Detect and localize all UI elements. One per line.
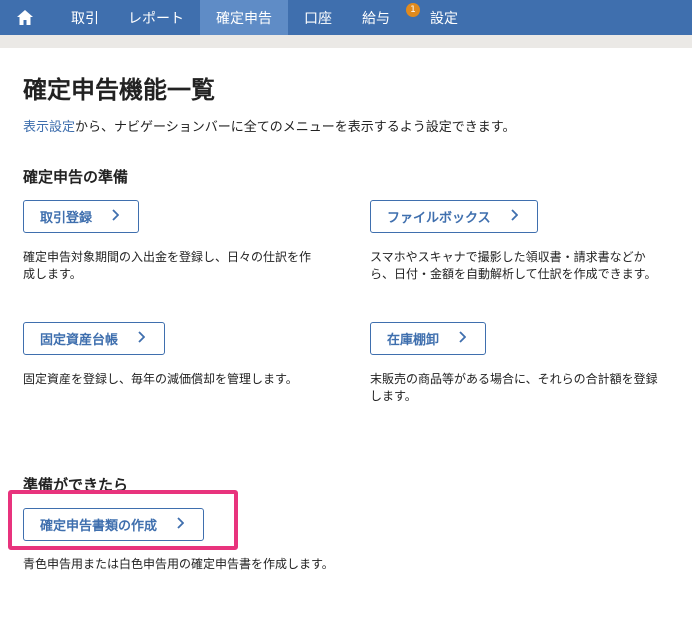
- button-label: 在庫棚卸: [387, 333, 440, 348]
- nav-tab-transactions[interactable]: 取引: [50, 0, 112, 35]
- inventory-count-description: 末販売の商品等がある場合に、それらの合計額を登録 します。: [370, 371, 685, 405]
- description-line: 末販売の商品等がある場合に、それらの合計額を登録: [370, 372, 658, 386]
- description-line: ら、日付・金額を自動解析して仕訳を作成できます。: [370, 267, 657, 281]
- chevron-right-icon: [173, 516, 187, 533]
- chevron-right-icon: [455, 330, 469, 347]
- transactions-entry-description: 確定申告対象期間の入出金を登録し、日々の仕訳を作 成します。: [23, 249, 353, 283]
- button-label: 取引登録: [40, 211, 93, 226]
- inventory-count-button[interactable]: 在庫棚卸: [370, 322, 487, 355]
- button-label: 固定資産台帳: [40, 333, 119, 348]
- home-button[interactable]: [0, 0, 50, 35]
- create-tax-return-description: 青色申告用または白色申告用の確定申告書を作成します。: [23, 557, 334, 571]
- button-label: 確定申告書類の作成: [40, 519, 158, 534]
- home-icon: [17, 10, 33, 25]
- page-title: 確定申告機能一覧: [23, 76, 215, 104]
- chevron-right-icon: [108, 208, 122, 225]
- fixed-assets-description: 固定資産を登録し、毎年の減価償却を管理します。: [23, 371, 353, 388]
- chevron-right-icon: [134, 330, 148, 347]
- nav-tab-label: レポート: [128, 10, 184, 27]
- fixed-assets-ledger-button[interactable]: 固定資産台帳: [23, 322, 166, 355]
- intro-description: から、ナビゲーションバーに全てのメニューを表示するよう設定できます。: [75, 120, 516, 135]
- nav-tab-label: 確定申告: [216, 10, 272, 27]
- transactions-entry-button[interactable]: 取引登録: [23, 200, 140, 233]
- nav-tab-label: 口座: [304, 10, 332, 27]
- header-divider-band: [0, 35, 692, 48]
- notification-badge: 1: [406, 3, 420, 17]
- section-title-preparation: 確定申告の準備: [23, 168, 129, 186]
- file-box-description: スマホやスキャナで撮影した領収書・請求書などか ら、日付・金額を自動解析して仕訳…: [370, 249, 685, 283]
- nav-tab-tax-return[interactable]: 確定申告: [200, 0, 288, 35]
- nav-tab-label: 給与: [362, 10, 390, 27]
- create-tax-return-documents-button[interactable]: 確定申告書類の作成: [23, 508, 205, 541]
- intro-text: 表示設定から、ナビゲーションバーに全てのメニューを表示するよう設定できます。: [23, 116, 515, 135]
- file-box-button[interactable]: ファイルボックス: [370, 200, 538, 233]
- description-line: します。: [370, 389, 417, 403]
- nav-tab-label: 設定: [430, 10, 458, 27]
- button-label: ファイルボックス: [387, 211, 491, 226]
- nav-tab-payroll[interactable]: 給与: [346, 0, 404, 35]
- top-navigation: 取引 レポート 確定申告 口座 給与 1 設定: [0, 0, 692, 35]
- description-line: 成します。: [23, 267, 82, 281]
- description-line: 確定申告対象期間の入出金を登録し、日々の仕訳を作: [23, 250, 312, 264]
- chevron-right-icon: [507, 208, 521, 225]
- nav-tab-label: 取引: [71, 10, 99, 27]
- description-line: 固定資産を登録し、毎年の減価償却を管理します。: [23, 372, 298, 386]
- description-line: スマホやスキャナで撮影した領収書・請求書などか: [370, 250, 646, 264]
- nav-tab-accounts[interactable]: 口座: [288, 0, 346, 35]
- display-settings-link[interactable]: 表示設定: [23, 120, 75, 135]
- nav-tab-settings[interactable]: 1 設定: [404, 0, 472, 35]
- nav-tab-reports[interactable]: レポート: [112, 0, 200, 35]
